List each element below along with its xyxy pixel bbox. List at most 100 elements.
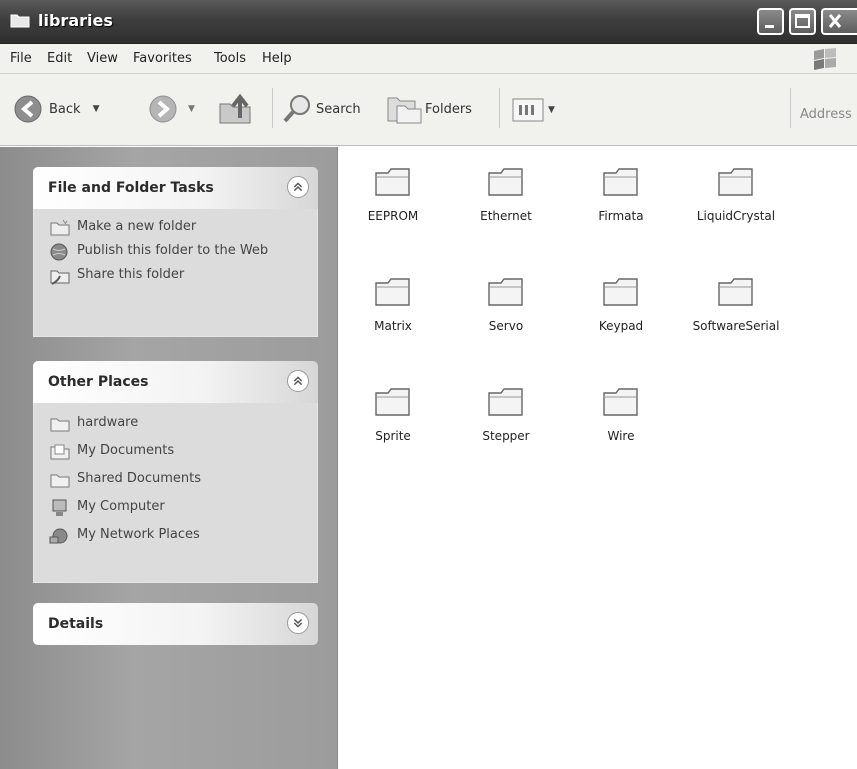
- folder-icon: [375, 388, 410, 416]
- search-icon: [283, 95, 310, 123]
- views-button[interactable]: ▼: [512, 97, 555, 123]
- folder-icon: [603, 168, 638, 196]
- folder-view: EEPROM Ethernet Firmata LiquidCrystal Matrix…: [339, 147, 857, 769]
- folder-item[interactable]: Wire: [566, 385, 676, 443]
- folders-icon: [387, 97, 422, 124]
- folder-item[interactable]: Firmata: [566, 165, 676, 223]
- panel-title: Other Places: [48, 374, 149, 390]
- panel-title: Details: [48, 616, 104, 632]
- folder-item[interactable]: EEPROM: [338, 165, 448, 223]
- search-button[interactable]: Search: [282, 93, 361, 125]
- folder-name: Firmata: [598, 209, 644, 223]
- place-shared-documents-link[interactable]: Shared Documents: [49, 471, 305, 489]
- folder-icon: [718, 168, 753, 196]
- folder-name: Keypad: [598, 319, 644, 333]
- place-label: hardware: [77, 415, 139, 430]
- collapse-chevron-icon[interactable]: [287, 176, 309, 198]
- other-places-header[interactable]: Other Places: [33, 361, 318, 403]
- folder-icon: [718, 278, 753, 306]
- computer-icon: [52, 499, 67, 516]
- task-pane: File and Folder Tasks Make a new folder …: [0, 147, 338, 769]
- menu-favorites[interactable]: Favorites: [133, 51, 192, 66]
- file-folder-tasks-panel: File and Folder Tasks Make a new folder …: [33, 167, 318, 337]
- folder-name: Sprite: [375, 429, 411, 443]
- shared-documents-icon: [50, 474, 70, 488]
- forward-button[interactable]: ▼: [148, 94, 195, 124]
- folders-label: Folders: [425, 101, 472, 117]
- menu-help[interactable]: Help: [262, 51, 292, 66]
- collapse-chevron-icon[interactable]: [287, 370, 309, 392]
- back-dropdown-icon[interactable]: ▼: [93, 104, 100, 114]
- task-label: Make a new folder: [77, 219, 197, 234]
- address-label: Address: [800, 107, 852, 122]
- folder-name: Matrix: [374, 319, 412, 333]
- menu-view[interactable]: View: [87, 51, 118, 66]
- folder-item[interactable]: Servo: [451, 275, 561, 333]
- folder-name: SoftwareSerial: [692, 319, 780, 333]
- my-documents-icon: [50, 444, 70, 460]
- menu-bar: File Edit View Favorites Tools Help: [0, 44, 857, 74]
- folder-icon: [603, 388, 638, 416]
- place-my-computer-link[interactable]: My Computer: [49, 499, 305, 517]
- menu-edit[interactable]: Edit: [47, 51, 72, 66]
- folder-icon: [603, 278, 638, 306]
- minimize-icon: [765, 25, 774, 28]
- window-title: libraries: [38, 11, 113, 30]
- folder-name: Wire: [607, 429, 635, 443]
- forward-arrow-icon: [149, 95, 177, 123]
- folder-icon: [10, 14, 30, 28]
- up-folder-button[interactable]: [216, 92, 256, 126]
- folder-name: EEPROM: [367, 209, 419, 223]
- share-folder-link[interactable]: Share this folder: [49, 267, 305, 285]
- file-folder-tasks-header[interactable]: File and Folder Tasks: [33, 167, 318, 209]
- back-button[interactable]: Back ▼: [13, 94, 99, 124]
- task-label: Share this folder: [77, 267, 185, 282]
- folders-button[interactable]: Folders: [385, 92, 472, 126]
- folder-name: LiquidCrystal: [696, 209, 776, 223]
- share-folder-icon: [50, 270, 70, 285]
- search-label: Search: [316, 101, 361, 117]
- place-my-network-places-link[interactable]: My Network Places: [49, 527, 305, 545]
- menu-tools[interactable]: Tools: [214, 51, 246, 66]
- folder-icon: [375, 168, 410, 196]
- views-icon: [512, 98, 544, 122]
- folder-item[interactable]: Keypad: [566, 275, 676, 333]
- close-button[interactable]: [821, 8, 857, 35]
- place-label: My Computer: [77, 499, 165, 514]
- folder-name: Stepper: [482, 429, 530, 443]
- folder-icon: [488, 168, 523, 196]
- close-icon: [828, 14, 842, 28]
- place-label: My Documents: [77, 443, 175, 458]
- other-places-panel: Other Places hardware My Documents Share…: [33, 361, 318, 583]
- minimize-button[interactable]: [757, 8, 784, 35]
- publish-folder-link[interactable]: Publish this folder to the Web: [49, 243, 305, 261]
- folder-item[interactable]: LiquidCrystal: [681, 165, 791, 223]
- expand-chevron-icon[interactable]: [287, 612, 309, 634]
- new-folder-icon: [50, 219, 70, 236]
- folder-item[interactable]: SoftwareSerial: [681, 275, 791, 333]
- globe-icon: [50, 243, 68, 261]
- folder-item[interactable]: Ethernet: [451, 165, 561, 223]
- place-label: Shared Documents: [77, 471, 202, 486]
- network-icon: [49, 528, 68, 544]
- folder-icon: [488, 278, 523, 306]
- folder-item[interactable]: Stepper: [451, 385, 561, 443]
- folder-item[interactable]: Sprite: [338, 385, 448, 443]
- make-new-folder-link[interactable]: Make a new folder: [49, 219, 305, 237]
- panel-title: File and Folder Tasks: [48, 180, 214, 196]
- back-label: Back: [49, 101, 81, 117]
- forward-dropdown-icon[interactable]: ▼: [188, 104, 195, 114]
- place-hardware-link[interactable]: hardware: [49, 415, 305, 433]
- task-label: Publish this folder to the Web: [77, 243, 269, 258]
- folder-icon: [375, 278, 410, 306]
- folder-icon: [50, 418, 70, 432]
- maximize-button[interactable]: [789, 8, 816, 35]
- details-panel: Details: [33, 603, 318, 645]
- menu-file[interactable]: File: [10, 51, 32, 66]
- folder-item[interactable]: Matrix: [338, 275, 448, 333]
- windows-logo-icon: [814, 48, 836, 70]
- folder-name: Ethernet: [480, 209, 532, 223]
- back-arrow-icon: [14, 95, 42, 123]
- place-my-documents-link[interactable]: My Documents: [49, 443, 305, 461]
- details-header[interactable]: Details: [33, 603, 318, 645]
